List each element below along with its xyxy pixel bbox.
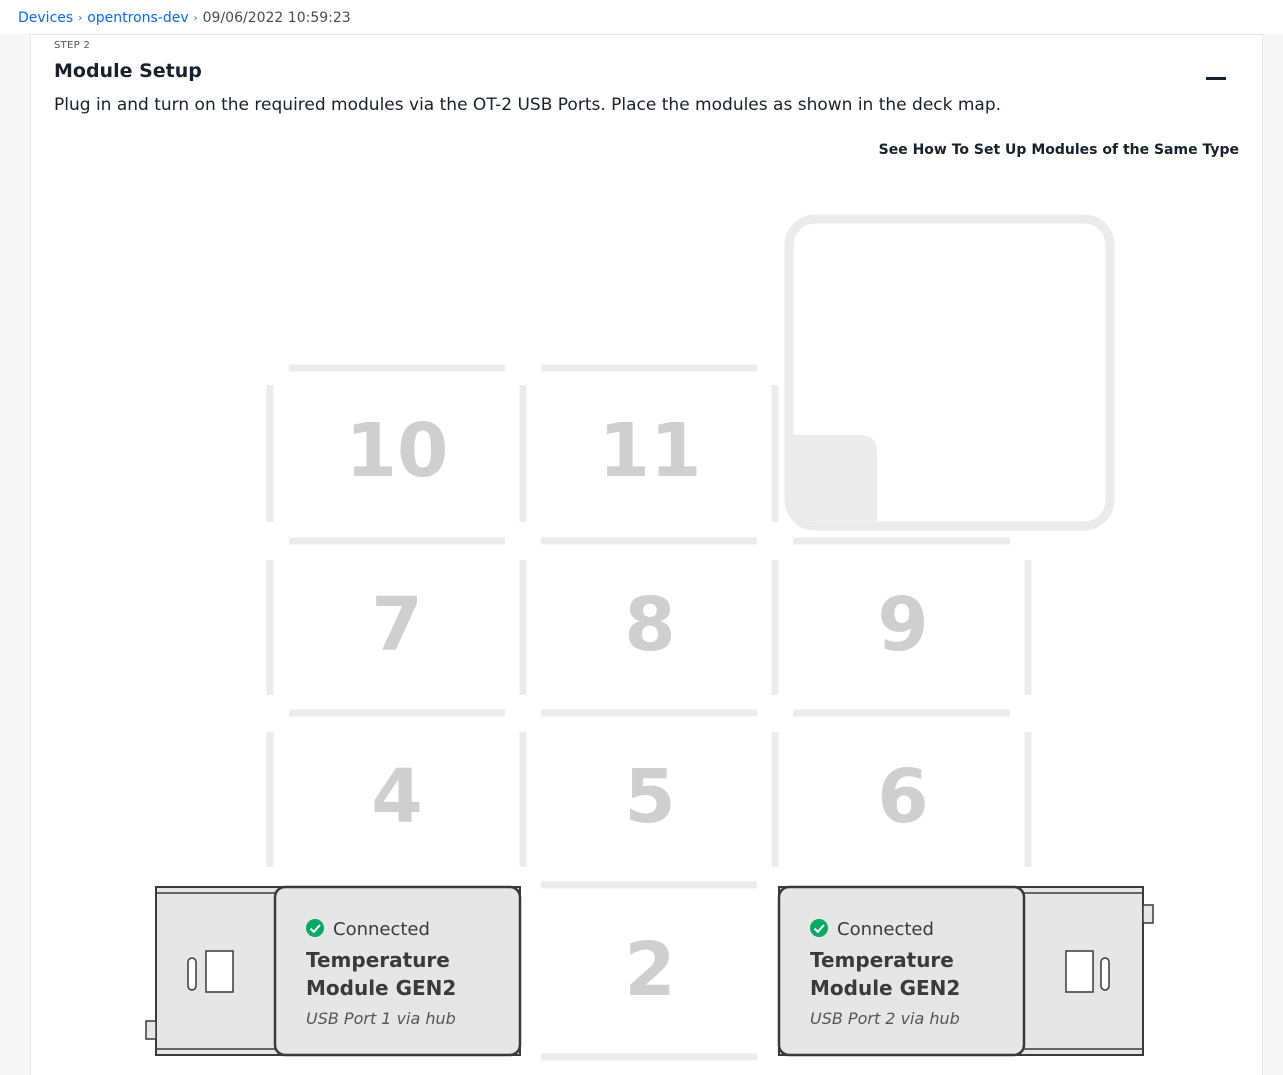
- deck-slot-9-label: 9: [877, 582, 929, 668]
- deck-slot-7-label: 7: [371, 582, 423, 668]
- module-2-name-line2: Module GEN2: [810, 976, 960, 1000]
- module-2-name-line1: Temperature: [810, 948, 954, 972]
- module-1-screen-icon: [205, 950, 234, 993]
- check-circle-icon: [810, 919, 828, 937]
- deck-slot-11-label: 11: [599, 408, 702, 494]
- module-1-status: Connected: [333, 919, 430, 940]
- module-2-port: USB Port 2 via hub: [810, 1009, 960, 1028]
- module-1-port: USB Port 1 via hub: [306, 1009, 456, 1028]
- module-1-port-icon: [187, 957, 197, 991]
- module-2-screen-icon: [1065, 950, 1094, 993]
- deck-slot-4-label: 4: [371, 754, 423, 840]
- deck-slot-10-label: 10: [346, 408, 449, 494]
- module-card-1[interactable]: Connected Temperature Module GEN2 USB Po…: [145, 885, 522, 1057]
- module-1-name-line2: Module GEN2: [306, 976, 456, 1000]
- module-2-port-icon: [1100, 957, 1110, 991]
- deck-slot-5-label: 5: [624, 754, 676, 840]
- deck-slot-6-label: 6: [877, 754, 929, 840]
- deck-slot-8-label: 8: [624, 582, 676, 668]
- module-2-status: Connected: [837, 919, 934, 940]
- deck-slot-2-label: 2: [624, 927, 676, 1013]
- deck-map: 10 11 7 8 9 4 5 6 2 Connected Temperatur…: [145, 214, 1154, 1061]
- module-card-2[interactable]: Connected Temperature Module GEN2 USB Po…: [777, 885, 1154, 1057]
- check-circle-icon: [306, 919, 324, 937]
- module-1-name-line1: Temperature: [306, 948, 450, 972]
- trash-bin-icon: [784, 214, 1115, 531]
